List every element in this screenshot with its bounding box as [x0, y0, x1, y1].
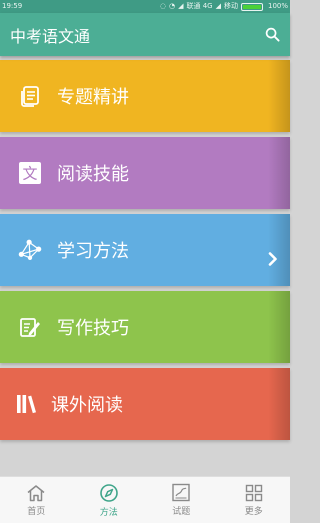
status-time: 19:59: [2, 2, 23, 10]
topic-book-icon: [21, 86, 39, 107]
menu-item-label: 专题精讲: [57, 87, 129, 108]
chevron-right-icon: [268, 252, 277, 266]
status-carrier-2: 移动: [223, 2, 238, 10]
grid-icon: [245, 484, 262, 501]
nav-item-exams[interactable]: 试题: [145, 477, 218, 523]
menu-item-label: 课外阅读: [51, 395, 123, 416]
menu-item-extra-reading[interactable]: 课外阅读: [0, 368, 290, 440]
svg-text:文: 文: [22, 165, 37, 183]
menu-item-label: 写作技巧: [57, 318, 129, 339]
signal-icon-2: ◢: [215, 2, 221, 10]
nav-item-home[interactable]: 首页: [0, 477, 73, 523]
menu-item-topics[interactable]: 专题精讲: [0, 60, 290, 132]
menu-item-label: 学习方法: [57, 241, 129, 262]
books-shelf-icon: [17, 395, 36, 414]
wen-character-icon: 文: [19, 162, 41, 184]
nav-label-methods: 方法: [99, 507, 118, 518]
nav-item-methods[interactable]: 方法: [73, 477, 146, 523]
search-button[interactable]: [262, 25, 282, 45]
nav-label-exams: 试题: [172, 507, 191, 517]
status-battery: 100%: [267, 2, 288, 10]
wifi-icon: ◔: [168, 2, 176, 10]
nav-item-more[interactable]: 更多: [218, 477, 291, 523]
status-carrier-1: 联通 4G: [186, 2, 213, 10]
pen-note-icon: [20, 318, 40, 337]
battery-icon: [240, 2, 263, 11]
home-icon: [27, 484, 45, 501]
app-header: 中考语文通: [0, 13, 290, 56]
menu-item-study-methods[interactable]: 学习方法: [0, 214, 290, 286]
expand-arrow-button[interactable]: [266, 249, 280, 269]
nav-label-home: 首页: [27, 506, 46, 517]
menu-list: 专题精讲 文 阅读技能 学习方法 写作技巧 课外阅读: [0, 56, 290, 476]
network-nodes-icon: [18, 239, 42, 260]
menu-item-reading-skills[interactable]: 文 阅读技能: [0, 137, 290, 209]
menu-item-writing-skills[interactable]: 写作技巧: [0, 291, 290, 363]
alarm-icon: ◌: [159, 2, 166, 10]
status-bar: 19:59 ◌ ◔ ◢ 联通 4G ◢ 移动 100%: [0, 0, 290, 13]
nav-label-more: 更多: [244, 506, 263, 517]
status-icons: ◌ ◔ ◢ 联通 4G ◢ 移动 100%: [160, 0, 288, 13]
compass-icon: [99, 483, 118, 502]
exam-paper-icon: [172, 483, 190, 502]
page-title: 中考语文通: [10, 26, 91, 46]
bottom-nav: 首页 方法 试题 更多: [0, 476, 290, 523]
signal-icon: ◢: [178, 2, 184, 10]
menu-item-label: 阅读技能: [57, 164, 129, 185]
search-icon: [265, 27, 280, 42]
